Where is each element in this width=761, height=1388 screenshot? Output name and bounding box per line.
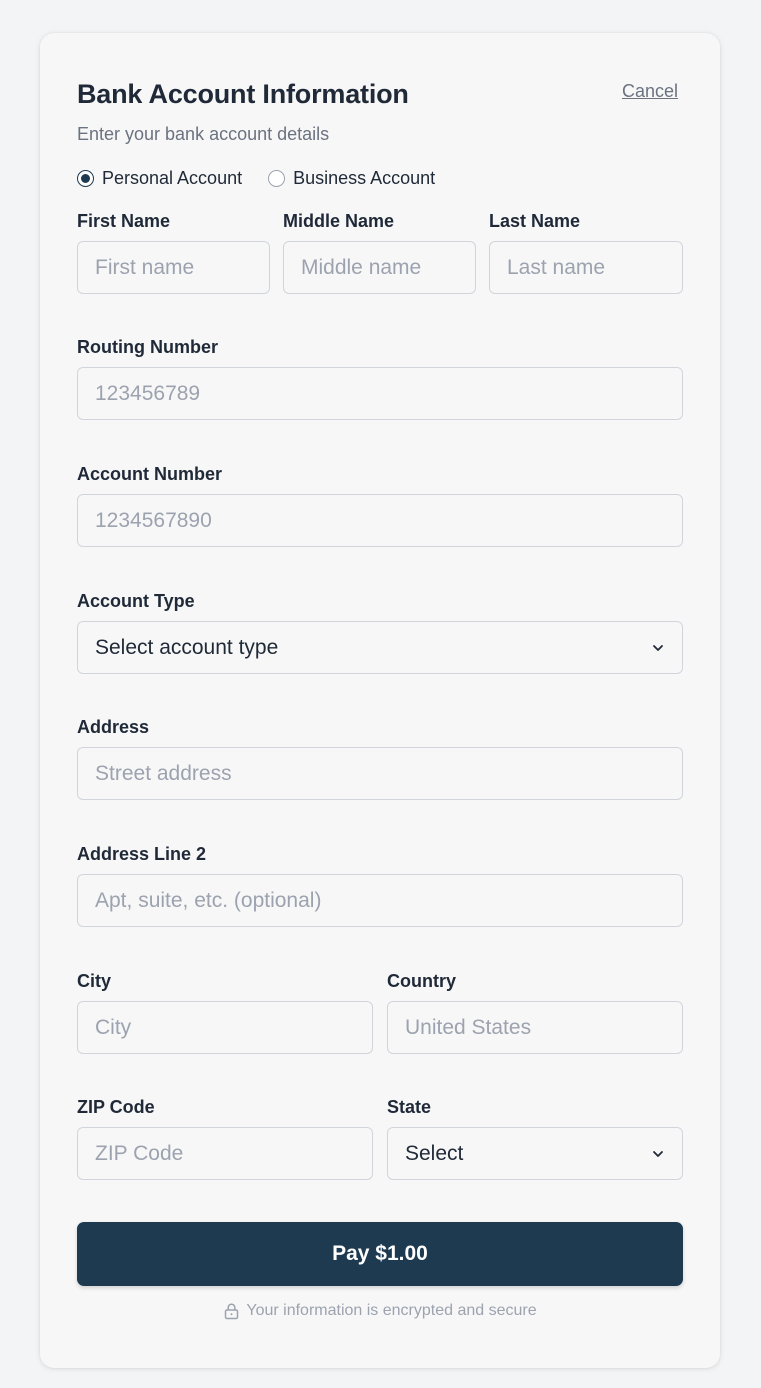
- bank-account-card: Bank Account Information Cancel Enter yo…: [40, 33, 720, 1368]
- chevron-down-icon: [653, 1150, 663, 1157]
- zip-code-label: ZIP Code: [77, 1097, 155, 1117]
- routing-number-input[interactable]: [77, 367, 683, 420]
- account-number-input[interactable]: [77, 494, 683, 547]
- last-name-label: Last Name: [489, 211, 581, 231]
- account-kind-radio-group: Personal Account Business Account: [77, 168, 461, 189]
- business-account-option[interactable]: Business Account: [268, 168, 435, 189]
- address-input[interactable]: [77, 747, 683, 800]
- secure-note: Your information is encrypted and secure: [40, 1302, 720, 1320]
- middle-name-label: Middle Name: [283, 211, 395, 231]
- personal-account-option[interactable]: Personal Account: [77, 168, 242, 189]
- routing-number-label: Routing Number: [77, 337, 218, 357]
- city-label: City: [77, 971, 112, 991]
- state-select[interactable]: Select: [387, 1127, 683, 1180]
- pay-button[interactable]: Pay $1.00: [77, 1222, 683, 1286]
- first-name-input[interactable]: [77, 241, 270, 294]
- account-type-select[interactable]: Select account type: [77, 621, 683, 674]
- chevron-down-icon: [653, 644, 663, 651]
- personal-account-radio[interactable]: [77, 170, 94, 187]
- last-name-input[interactable]: [489, 241, 683, 294]
- state-selected: Select: [405, 1141, 464, 1165]
- state-label: State: [387, 1097, 432, 1117]
- page-title: Bank Account Information: [77, 79, 409, 109]
- business-account-label: Business Account: [293, 168, 436, 188]
- secure-note-text: Your information is encrypted and secure: [246, 1302, 537, 1319]
- account-type-label: Account Type: [77, 591, 195, 611]
- middle-name-input[interactable]: [283, 241, 476, 294]
- personal-account-label: Personal Account: [102, 168, 243, 188]
- account-number-label: Account Number: [77, 464, 223, 484]
- lock-icon: [225, 1303, 239, 1320]
- account-type-selected: Select account type: [95, 635, 279, 659]
- cancel-link[interactable]: Cancel: [622, 81, 678, 102]
- address-line2-label: Address Line 2: [77, 844, 207, 864]
- address-line2-input[interactable]: [77, 874, 683, 927]
- business-account-radio[interactable]: [268, 170, 286, 187]
- page-subtitle: Enter your bank account details: [77, 124, 330, 144]
- address-label: Address: [77, 717, 150, 737]
- city-input[interactable]: [77, 1001, 373, 1054]
- country-input[interactable]: [387, 1001, 683, 1054]
- zip-code-input[interactable]: [77, 1127, 373, 1180]
- country-label: Country: [387, 971, 456, 991]
- first-name-label: First Name: [77, 211, 171, 231]
